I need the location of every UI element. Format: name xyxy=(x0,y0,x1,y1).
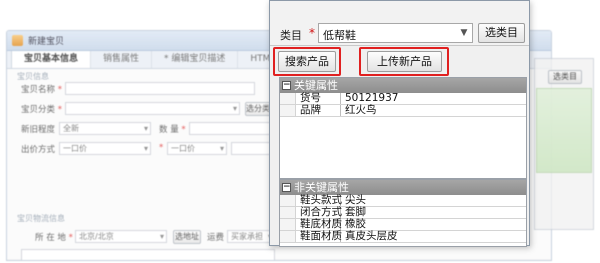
property-value[interactable]: 尖头 xyxy=(341,195,526,206)
property-row[interactable]: 鞋面材质 真皮头层皮 xyxy=(280,231,526,243)
key-properties-title: 关键属性 xyxy=(294,78,338,92)
condition-label: 新旧程度 xyxy=(21,125,56,135)
tab-basic-info[interactable]: 宝贝基本信息 xyxy=(11,51,92,68)
choose-category-button[interactable]: 选分类 xyxy=(245,102,271,116)
category-select[interactable]: 低帮鞋 ▼ xyxy=(318,23,473,43)
property-value[interactable]: 红火鸟 xyxy=(341,105,526,116)
property-name: 品牌 xyxy=(296,105,341,116)
required-mark: * xyxy=(309,26,315,40)
collapse-icon[interactable]: − xyxy=(282,81,291,90)
background-window-title: 新建宝贝 xyxy=(28,37,65,47)
item-name-input[interactable] xyxy=(65,82,255,95)
property-name: 鞋头款式 xyxy=(296,195,342,206)
section-title-logistics: 宝贝物流信息 xyxy=(17,214,65,223)
tab-description[interactable]: * 编辑宝贝描述 xyxy=(152,51,239,68)
property-name: 鞋面材质 xyxy=(296,231,342,242)
tab-sale-props[interactable]: 销售属性 xyxy=(91,51,153,68)
chevron-down-icon[interactable]: ▼ xyxy=(456,24,472,42)
app-icon xyxy=(12,35,23,46)
nonkey-properties-grid: − 非关键属性 鞋头款式 尖头 闭合方式 套脚 鞋底材质 橡胶 鞋面材质 真皮头… xyxy=(279,179,527,247)
choose-category-button[interactable]: 选类目 xyxy=(478,23,525,43)
background-green-area xyxy=(536,88,592,173)
key-properties-header[interactable]: − 关键属性 xyxy=(280,78,526,93)
upload-new-product-button[interactable]: 上传新产品 xyxy=(367,51,442,72)
nonkey-properties-header[interactable]: − 非关键属性 xyxy=(280,180,526,195)
property-value[interactable]: 橡胶 xyxy=(341,219,526,230)
price-select[interactable]: 一口价 xyxy=(167,142,227,155)
row-gutter xyxy=(280,219,296,230)
item-category-label: 宝贝分类 * xyxy=(21,105,62,115)
section-title-item-info: 宝贝信息 xyxy=(17,72,49,81)
choose-location-button[interactable]: 选地址 xyxy=(173,230,201,244)
row-gutter xyxy=(280,93,296,104)
collapse-icon[interactable]: − xyxy=(282,183,291,192)
background-choose-category-button[interactable]: 选类目 xyxy=(548,70,582,84)
quantity-label: 数 量 * xyxy=(159,125,186,135)
product-dialog: 类目 * 低帮鞋 ▼ 选类目 搜索产品 上传新产品 − 关键属性 货号 5012… xyxy=(269,0,530,247)
row-gutter xyxy=(280,207,296,218)
category-value: 低帮鞋 xyxy=(323,29,356,42)
row-gutter xyxy=(280,195,296,206)
item-category-select[interactable] xyxy=(65,102,240,115)
quantity-input[interactable] xyxy=(189,122,275,135)
freight-label: 运费 xyxy=(207,233,225,243)
extra-field-row xyxy=(21,249,275,260)
location-label: 所 在 地 * xyxy=(35,233,73,243)
row-gutter xyxy=(280,105,296,116)
price-required-mark: * xyxy=(159,143,164,153)
item-name-label: 宝贝名称 * xyxy=(21,85,62,95)
property-value[interactable]: 真皮头层皮 xyxy=(341,231,526,242)
location-select[interactable]: 北京/北京 xyxy=(75,230,167,243)
condition-select[interactable]: 全新 xyxy=(59,122,151,135)
price-mode-select[interactable]: 一口价 xyxy=(59,142,151,155)
price-mode-label: 出价方式 xyxy=(21,145,56,155)
property-name: 鞋底材质 xyxy=(296,219,342,230)
category-label: 类目 xyxy=(280,29,302,42)
search-product-button[interactable]: 搜索产品 xyxy=(278,51,336,72)
property-value[interactable]: 套脚 xyxy=(341,207,526,218)
property-value[interactable]: 50121937 xyxy=(341,93,526,104)
freight-select[interactable]: 买家承担 xyxy=(227,230,275,243)
property-row[interactable]: 品牌 红火鸟 xyxy=(280,105,526,117)
nonkey-properties-title: 非关键属性 xyxy=(294,180,349,194)
property-name: 货号 xyxy=(296,93,341,104)
property-name: 闭合方式 xyxy=(296,207,342,218)
row-gutter xyxy=(280,231,296,242)
key-properties-grid: − 关键属性 货号 50121937 品牌 红火鸟 xyxy=(279,77,527,179)
